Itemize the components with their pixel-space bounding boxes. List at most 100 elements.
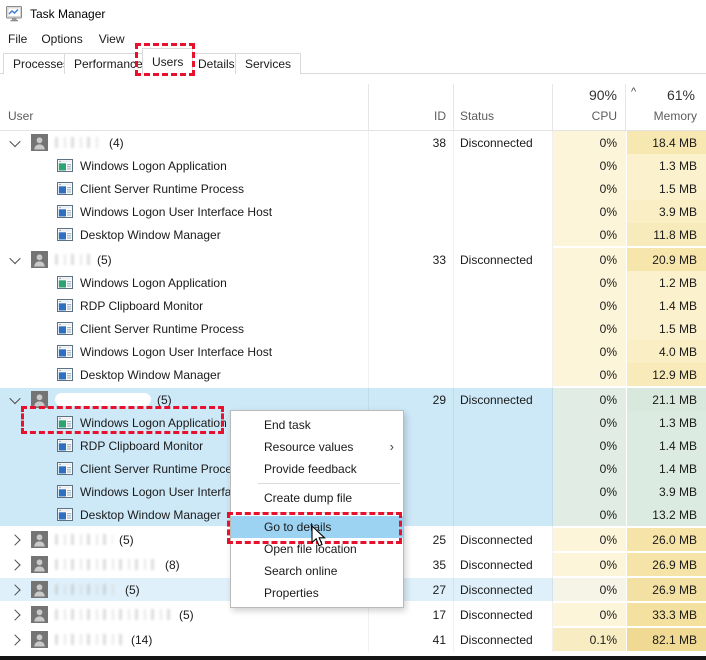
redacted-user-name xyxy=(55,559,159,570)
tab-services[interactable]: Services xyxy=(235,53,301,74)
table-row[interactable]: Windows Logon User Interface Host 0% 3.9… xyxy=(0,200,706,223)
process-count: (5) xyxy=(179,608,194,622)
user-cell[interactable]: (14) xyxy=(0,628,368,651)
user-cell[interactable]: Client Server Runtime Process xyxy=(0,317,368,340)
table-row[interactable]: (5) 29 Disconnected 0% 21.1 MB xyxy=(0,388,706,411)
cpu-cell: 0% xyxy=(553,457,626,480)
chevron-icon[interactable] xyxy=(9,609,20,620)
cpu-cell: 0% xyxy=(553,553,626,576)
table-row[interactable]: RDP Clipboard Monitor 0% 1.4 MB xyxy=(0,294,706,317)
menu-view[interactable]: View xyxy=(95,30,129,48)
status-cell: Disconnected xyxy=(453,553,553,576)
memory-cell: 33.3 MB xyxy=(626,603,706,626)
process-icon xyxy=(57,276,73,289)
status-cell: Disconnected xyxy=(453,578,553,601)
user-cell[interactable]: (5) xyxy=(0,388,368,411)
process-name: Windows Logon User Interface Host xyxy=(80,345,272,359)
cpu-cell: 0% xyxy=(553,317,626,340)
cpu-cell: 0% xyxy=(553,223,626,246)
process-name: Client Server Runtime Process xyxy=(80,462,244,476)
status-cell: Disconnected xyxy=(453,248,553,271)
tab-users[interactable]: Users xyxy=(142,48,193,75)
cpu-cell: 0% xyxy=(553,200,626,223)
process-icon xyxy=(57,205,73,218)
column-header-cpu[interactable]: CPU xyxy=(553,109,617,123)
window-bottom-edge xyxy=(0,656,706,660)
table-row[interactable]: (4) 38 Disconnected 0% 18.4 MB xyxy=(0,131,706,154)
user-cell[interactable]: (4) xyxy=(0,131,368,154)
user-cell[interactable]: Windows Logon User Interface Host xyxy=(0,340,368,363)
context-menu-item-end-task[interactable]: End task xyxy=(231,414,403,436)
user-avatar-icon xyxy=(31,531,48,548)
process-icon xyxy=(57,182,73,195)
column-separator xyxy=(453,131,454,652)
cpu-cell: 0.1% xyxy=(553,628,626,651)
user-cell[interactable]: Windows Logon Application xyxy=(0,154,368,177)
id-cell xyxy=(368,200,453,223)
user-cell[interactable]: (5) xyxy=(0,248,368,271)
status-cell xyxy=(453,363,553,386)
window-title: Task Manager xyxy=(30,7,105,21)
context-menu-item-properties[interactable]: Properties xyxy=(231,582,403,604)
process-icon xyxy=(57,159,73,172)
menu-item-label: Provide feedback xyxy=(264,462,357,476)
context-menu-item-provide-feedback[interactable]: Provide feedback xyxy=(231,458,403,480)
table-row[interactable]: Client Server Runtime Process 0% 1.5 MB xyxy=(0,177,706,200)
user-cell[interactable]: Windows Logon Application xyxy=(0,271,368,294)
table-row[interactable]: Client Server Runtime Process 0% 1.5 MB xyxy=(0,317,706,340)
chevron-icon[interactable] xyxy=(9,584,20,595)
chevron-icon[interactable] xyxy=(9,534,20,545)
menu-file[interactable]: File xyxy=(4,30,31,48)
process-count: (5) xyxy=(119,533,134,547)
table-row[interactable]: (14) 41 Disconnected 0.1% 82.1 MB xyxy=(0,628,706,651)
user-cell[interactable]: Desktop Window Manager xyxy=(0,223,368,246)
chevron-icon[interactable] xyxy=(9,392,20,403)
table-row[interactable]: Windows Logon User Interface Host 0% 4.0… xyxy=(0,340,706,363)
user-cell[interactable]: Windows Logon User Interface Host xyxy=(0,200,368,223)
user-cell[interactable]: RDP Clipboard Monitor xyxy=(0,294,368,317)
memory-cell: 18.4 MB xyxy=(626,131,706,154)
redacted-user-name xyxy=(55,609,173,620)
process-name: RDP Clipboard Monitor xyxy=(80,439,203,453)
column-header-user[interactable]: User xyxy=(8,109,33,123)
process-count: (5) xyxy=(97,253,112,267)
status-cell xyxy=(453,177,553,200)
header-separator xyxy=(625,84,626,130)
cpu-cell: 0% xyxy=(553,363,626,386)
table-row[interactable]: Desktop Window Manager 0% 12.9 MB xyxy=(0,363,706,386)
process-icon xyxy=(57,368,73,381)
status-cell: Disconnected xyxy=(453,131,553,154)
chevron-icon[interactable] xyxy=(9,559,20,570)
memory-cell: 3.9 MB xyxy=(626,480,706,503)
column-header-status[interactable]: Status xyxy=(460,109,494,123)
memory-cell: 26.9 MB xyxy=(626,553,706,576)
user-cell[interactable]: Desktop Window Manager xyxy=(0,363,368,386)
id-cell xyxy=(368,271,453,294)
context-menu-item-resource-values[interactable]: Resource values › xyxy=(231,436,403,458)
memory-cell: 3.9 MB xyxy=(626,200,706,223)
table-row[interactable]: Windows Logon Application 0% 1.2 MB xyxy=(0,271,706,294)
column-header-id[interactable]: ID xyxy=(368,109,446,123)
user-avatar-icon xyxy=(31,631,48,648)
cpu-cell: 0% xyxy=(553,248,626,271)
status-cell xyxy=(453,340,553,363)
memory-cell: 1.5 MB xyxy=(626,177,706,200)
user-cell[interactable]: Client Server Runtime Process xyxy=(0,177,368,200)
chevron-icon[interactable] xyxy=(9,634,20,645)
context-menu-item-create-dump-file[interactable]: Create dump file xyxy=(231,487,403,509)
cpu-cell: 0% xyxy=(553,503,626,526)
memory-total-value: 61% xyxy=(626,87,695,103)
memory-cell: 26.0 MB xyxy=(626,528,706,551)
chevron-icon[interactable] xyxy=(9,252,20,263)
column-header-memory[interactable]: Memory xyxy=(626,109,697,123)
tab-performance[interactable]: Performance xyxy=(64,53,153,74)
context-menu-item-search-online[interactable]: Search online xyxy=(231,560,403,582)
menu-item-label: Search online xyxy=(264,564,337,578)
table-row[interactable]: (5) 33 Disconnected 0% 20.9 MB xyxy=(0,248,706,271)
menu-options[interactable]: Options xyxy=(37,30,86,48)
table-row[interactable]: Desktop Window Manager 0% 11.8 MB xyxy=(0,223,706,246)
process-name: Windows Logon Application xyxy=(80,159,227,173)
table-row[interactable]: Windows Logon Application 0% 1.3 MB xyxy=(0,154,706,177)
chevron-icon[interactable] xyxy=(9,135,20,146)
process-name: Desktop Window Manager xyxy=(80,508,221,522)
